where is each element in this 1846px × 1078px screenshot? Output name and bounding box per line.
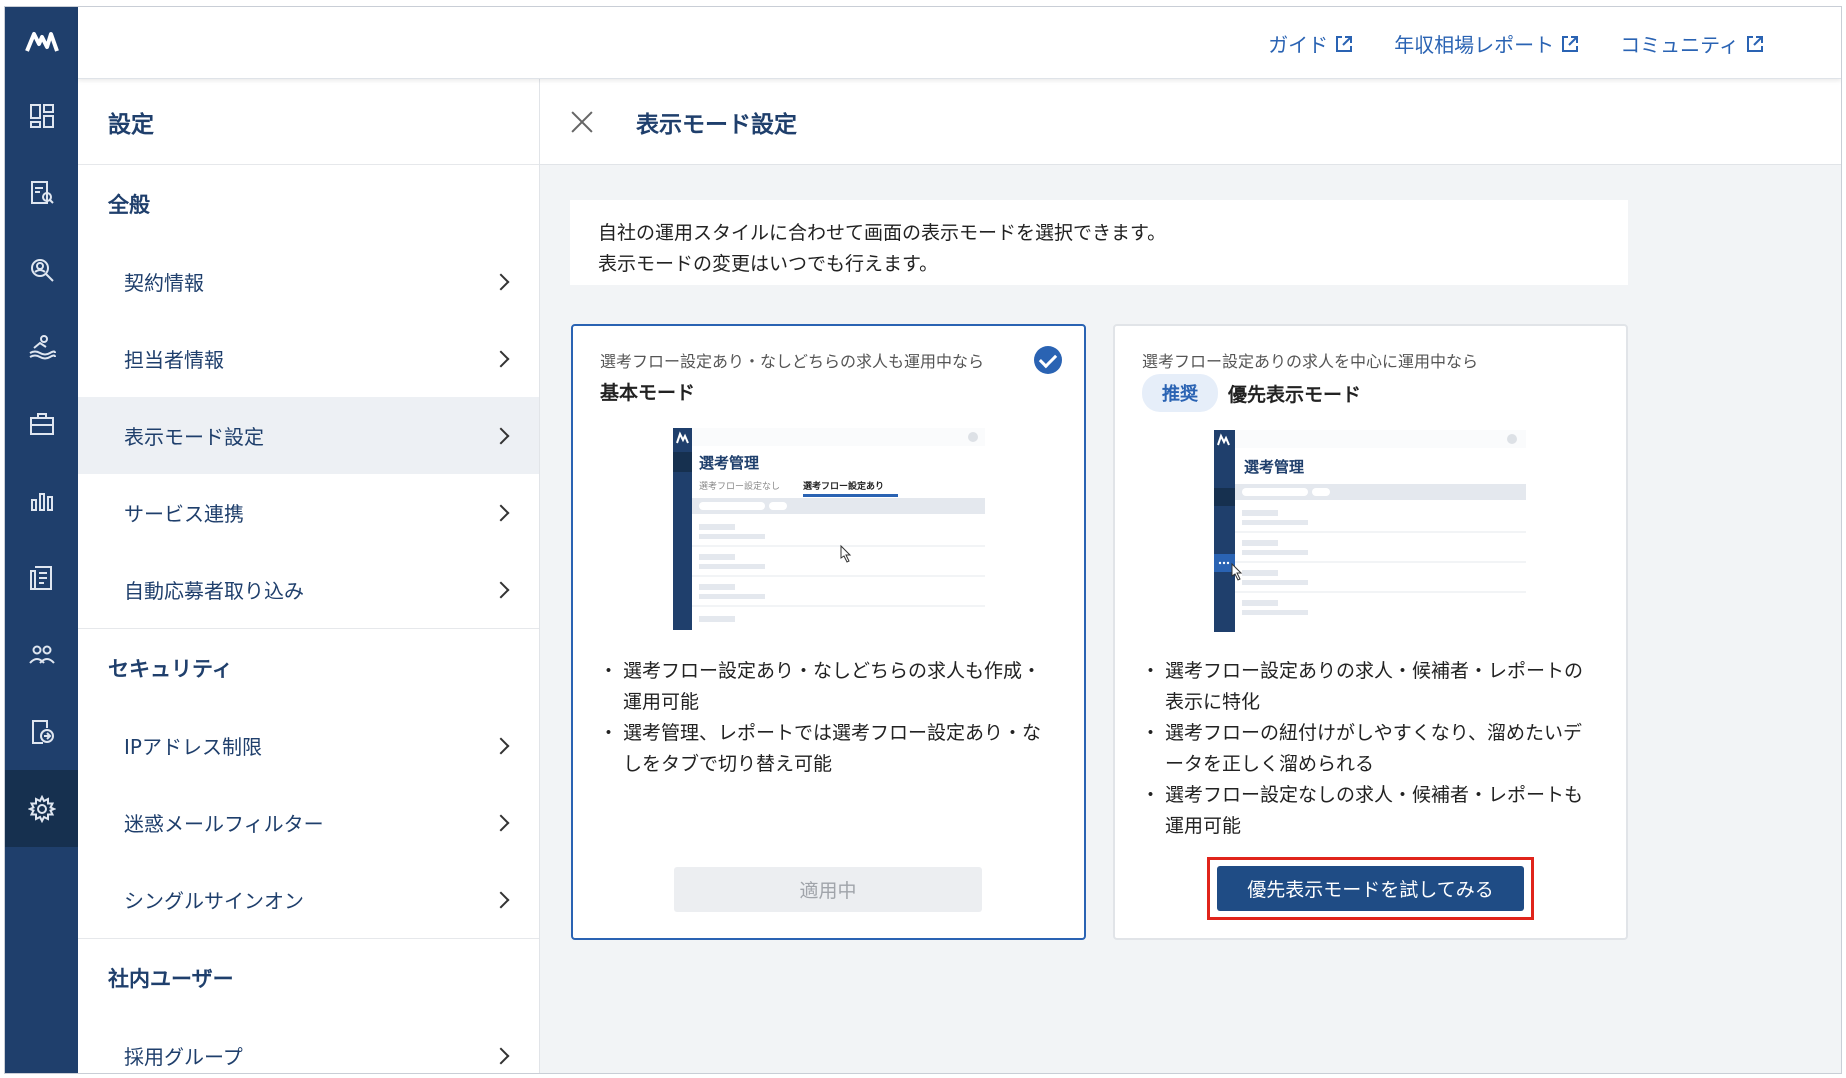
settings-gear-icon[interactable]: [5, 770, 78, 847]
candidate-search-icon[interactable]: [5, 231, 78, 308]
sidebar-item-auto-import[interactable]: 自動応募者取り込み: [78, 551, 539, 628]
sidebar-item-label: IPアドレス制限: [124, 735, 262, 759]
preview-title: 選考管理: [699, 454, 759, 472]
sidebar-item-sso[interactable]: シングルサインオン: [78, 861, 539, 938]
description-line: 表示モードの変更はいつでも行えます。: [598, 253, 939, 275]
feature-item: 選考フロー設定ありの求人・候補者・レポートの表示に特化: [1141, 656, 1596, 718]
chevron-right-icon: [492, 427, 510, 444]
sidebar-item-recruit-group[interactable]: 採用グループ: [78, 1017, 539, 1073]
chevron-right-icon: [492, 350, 510, 367]
feature-item: 選考フローの紐付けがしやすくなり、溜めたいデータを正しく溜められる: [1141, 718, 1596, 780]
group-general: 全般: [108, 193, 150, 217]
main-panel: 表示モード設定 自社の運用スタイルに合わせて画面の表示モードを選択できます。 表…: [540, 79, 1841, 1073]
priority-mode-preview: 選考管理: [1214, 430, 1526, 632]
icon-rail: [5, 7, 78, 1073]
job-search-icon[interactable]: [5, 154, 78, 231]
sidebar-item-label: 採用グループ: [124, 1045, 243, 1069]
sidebar-item-label: 契約情報: [124, 271, 204, 295]
preview-title: 選考管理: [1244, 458, 1304, 476]
priority-mode-card[interactable]: 選考フロー設定ありの求人を中心に運用中なら 推奨 優先表示モード 選考管理 ・ …: [1113, 324, 1628, 940]
basic-mode-preview: 選考管理 選考フロー設定なし 選考フロー設定あり: [673, 428, 985, 630]
app-window: ガイド 年収相場レポート コミュニティ 設定 全般 契約情報 担当者情報 表示モ…: [4, 6, 1842, 1074]
salary-report-link[interactable]: 年収相場レポート: [1394, 29, 1580, 58]
sidebar-item-ip-restriction[interactable]: IPアドレス制限: [78, 707, 539, 784]
feature-item: 選考フロー設定あり・なしどちらの求人も作成・運用可能: [599, 656, 1054, 718]
report-chart-icon[interactable]: [5, 462, 78, 539]
close-icon[interactable]: [568, 108, 596, 136]
guide-link-label: ガイド: [1268, 33, 1329, 57]
sidebar-item-display-mode[interactable]: 表示モード設定: [78, 397, 539, 474]
sidebar-item-service-integration[interactable]: サービス連携: [78, 474, 539, 551]
chevron-right-icon: [492, 891, 510, 908]
sidebar-item-label: シングルサインオン: [124, 889, 304, 913]
settings-title: 設定: [78, 79, 539, 165]
document-list-icon[interactable]: [5, 539, 78, 616]
briefcase-icon[interactable]: [5, 385, 78, 462]
sidebar-item-label: 自動応募者取り込み: [124, 579, 304, 603]
group-security: セキュリティ: [108, 657, 233, 681]
chevron-right-icon: [492, 273, 510, 290]
import-icon[interactable]: [5, 693, 78, 770]
mode-name: 基本モード: [600, 378, 695, 405]
dashboard-icon[interactable]: [5, 77, 78, 154]
panel-header: 表示モード設定: [540, 79, 1841, 165]
mode-label: 基本モード: [600, 382, 696, 404]
settings-sidebar: 設定 全般 契約情報 担当者情報 表示モード設定 サービス連携 自動応募者取り込…: [78, 79, 540, 1073]
chevron-right-icon: [492, 737, 510, 754]
mode-label: 優先表示モード: [1228, 383, 1362, 406]
sidebar-item-spam-filter[interactable]: 迷惑メールフィルター: [78, 784, 539, 861]
card-subtitle: 選考フロー設定あり・なしどちらの求人も運用中なら: [600, 352, 985, 371]
feature-item: 選考フロー設定なしの求人・候補者・レポートも運用可能: [1141, 780, 1596, 842]
description-box: 自社の運用スタイルに合わせて画面の表示モードを選択できます。 表示モードの変更は…: [570, 200, 1628, 285]
sidebar-item-label: 表示モード設定: [124, 425, 264, 449]
community-link-label: コミュニティ: [1620, 33, 1739, 57]
mode-name: 推奨 優先表示モード: [1142, 374, 1361, 412]
recommended-badge: 推奨: [1142, 374, 1218, 412]
description-line: 自社の運用スタイルに合わせて画面の表示モードを選択できます。: [598, 222, 1167, 244]
sidebar-item-contract[interactable]: 契約情報: [78, 243, 539, 320]
page-title: 表示モード設定: [636, 111, 797, 138]
users-icon[interactable]: [5, 616, 78, 693]
external-link-icon: [1336, 35, 1353, 52]
recruit-icon[interactable]: [5, 308, 78, 385]
preview-tab-on: 選考フロー設定あり: [803, 480, 884, 492]
group-internal-users: 社内ユーザー: [108, 967, 234, 991]
sidebar-item-label: 担当者情報: [124, 348, 224, 372]
feature-item: 選考管理、レポートでは選考フロー設定あり・なしをタブで切り替え可能: [599, 718, 1054, 780]
chevron-right-icon: [492, 1047, 510, 1064]
sidebar-item-label: 迷惑メールフィルター: [124, 812, 324, 836]
selected-check-icon: [1034, 346, 1062, 374]
top-links: ガイド 年収相場レポート コミュニティ: [1268, 29, 1765, 58]
highlight-box: 優先表示モードを試してみる: [1207, 857, 1534, 920]
external-link-icon: [1747, 35, 1763, 52]
feature-list: 選考フロー設定あり・なしどちらの求人も作成・運用可能 選考管理、レポートでは選考…: [599, 656, 1054, 780]
community-link[interactable]: コミュニティ: [1620, 29, 1765, 58]
basic-mode-card[interactable]: 選考フロー設定あり・なしどちらの求人も運用中なら 基本モード 選考管理 選考フロ…: [571, 324, 1086, 940]
sidebar-item-label: サービス連携: [124, 502, 244, 526]
sidebar-item-staff[interactable]: 担当者情報: [78, 320, 539, 397]
brand-logo[interactable]: [5, 7, 78, 77]
feature-list: 選考フロー設定ありの求人・候補者・レポートの表示に特化 選考フローの紐付けがしや…: [1141, 656, 1596, 842]
guide-link[interactable]: ガイド: [1268, 29, 1354, 58]
applied-button: 適用中: [674, 867, 982, 912]
card-subtitle: 選考フロー設定ありの求人を中心に運用中なら: [1142, 352, 1479, 371]
external-link-icon: [1562, 35, 1579, 52]
top-bar: ガイド 年収相場レポート コミュニティ: [78, 7, 1841, 79]
chevron-right-icon: [492, 581, 510, 598]
chevron-right-icon: [492, 504, 510, 521]
preview-tab-off: 選考フロー設定なし: [699, 480, 780, 492]
try-priority-mode-button[interactable]: 優先表示モードを試してみる: [1217, 866, 1524, 911]
chevron-right-icon: [492, 814, 510, 831]
salary-report-link-label: 年収相場レポート: [1394, 33, 1555, 57]
